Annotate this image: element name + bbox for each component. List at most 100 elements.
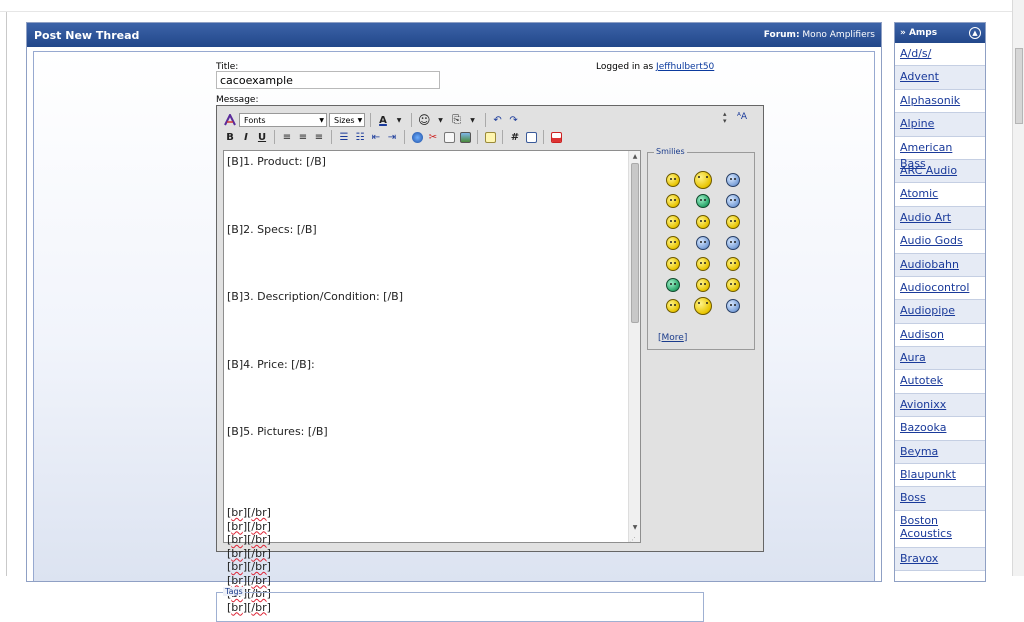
bold-icon[interactable]: B [223,130,237,145]
smiley-icon[interactable] [726,193,740,208]
sidebar-item-link[interactable]: Audiobahn [900,258,959,271]
scroll-down-icon[interactable]: ▼ [629,522,641,534]
toolbar-row-2: B I U ≡ ≡ ≡ ☰ ☷ ⇤ ⇥ ✂ # [223,129,563,145]
font-select[interactable]: Fonts ▼ [239,113,327,127]
quote-icon[interactable] [483,130,497,145]
collapse-icon[interactable]: ▲ [969,27,981,39]
sidebar-item-link[interactable]: Aura [900,351,926,364]
page-scrollbar-thumb[interactable] [1015,48,1023,124]
smiley-icon[interactable] [726,298,740,313]
smiley-icon[interactable] [726,256,740,271]
smiley-icon[interactable] [666,235,680,250]
smilies-grid [658,169,748,316]
amps-sidebar: » Amps ▲ A/d/s/Advent Alphasonik Alpine Ame… [894,22,986,582]
font-color-button[interactable]: A [376,113,390,128]
underline-icon[interactable]: U [255,130,269,145]
toolbar-separator [484,113,486,127]
pdf-icon[interactable] [549,130,563,145]
title-input[interactable] [216,71,440,89]
remove-link-icon[interactable]: ✂ [426,130,440,145]
smiley-icon[interactable] [666,298,680,313]
smiley-icon[interactable] [694,296,712,315]
align-right-icon[interactable]: ≡ [312,130,326,145]
sidebar-item-link[interactable]: Audio Gods [900,234,963,247]
sidebar-item-link[interactable]: A/d/s/ [900,47,931,60]
message-textarea[interactable]: [B]1. Product: [/B] [B]2. Specs: [/B] [B… [223,150,641,614]
insert-link-icon[interactable] [410,130,424,145]
sidebar-item-link[interactable]: Autotek [900,374,943,387]
message-label: Message: [216,95,259,105]
smiley-icon[interactable] [666,277,680,292]
sidebar-item-link[interactable]: Boss [900,491,926,504]
align-left-icon[interactable]: ≡ [280,130,294,145]
size-select[interactable]: Sizes ▼ [329,113,365,127]
sidebar-item-link[interactable]: Advent [900,70,939,83]
sidebar-item: Atomic [895,183,985,207]
smiley-icon[interactable] [696,193,710,208]
sidebar-item-link[interactable]: Atomic [900,187,938,200]
indent-icon[interactable]: ⇥ [385,130,399,145]
smiley-icon[interactable] [696,277,710,292]
sidebar-item-link[interactable]: Audison [900,328,944,341]
sidebar-item-link[interactable]: Audio Art [900,211,951,224]
code-icon[interactable]: # [508,130,522,145]
smiley-icon[interactable]: ☺ [417,113,432,128]
smiley-icon[interactable] [726,277,740,292]
message-line: [B]5. Pictures: [/B] [227,425,328,438]
smiley-icon[interactable] [666,193,680,208]
undo-icon[interactable]: ↶ [491,113,505,128]
forum-name: Mono Amplifiers [802,30,875,40]
more-smilies-link[interactable]: More [662,333,684,343]
sidebar-item: Alpine [895,113,985,137]
switch-mode-icon[interactable]: ᴬA [737,112,747,122]
sidebar-item-link[interactable]: Audiopipe [900,304,955,317]
insert-image-icon[interactable] [458,130,472,145]
smiley-icon[interactable] [694,170,712,189]
sidebar-item-link[interactable]: Audiocontrol [900,281,969,294]
sidebar-item-link[interactable]: Blaupunkt [900,468,956,481]
smiley-icon[interactable] [696,256,710,271]
italic-icon[interactable]: I [239,130,253,145]
sidebar-item-link[interactable]: Bazooka [900,421,946,434]
smiley-icon[interactable] [726,172,740,187]
page-scrollbar[interactable] [1012,0,1024,576]
chevron-down-icon[interactable]: ▼ [466,113,480,128]
smiley-icon[interactable] [726,214,740,229]
blank-lines [227,169,637,223]
smiley-icon[interactable] [666,172,680,187]
smiley-icon[interactable] [726,235,740,250]
smiley-icon[interactable] [696,235,710,250]
textarea-scrollbar[interactable]: ▲ ▼ [628,151,640,542]
smiley-icon[interactable] [666,214,680,229]
outdent-icon[interactable]: ⇤ [369,130,383,145]
email-icon[interactable] [442,130,456,145]
sidebar-item-link[interactable]: Alphasonik [900,94,960,107]
html-icon[interactable] [524,130,538,145]
smiley-icon[interactable] [666,256,680,271]
remove-format-icon[interactable] [223,113,237,128]
sidebar-item: Autotek [895,370,985,394]
redo-icon[interactable]: ↷ [507,113,521,128]
br-close-tag: /br [251,546,267,560]
sidebar-item-link[interactable]: Bravox [900,552,938,565]
attachment-icon[interactable]: ⎘ [450,113,464,128]
align-center-icon[interactable]: ≡ [296,130,310,145]
smiley-icon[interactable] [696,214,710,229]
sidebar-item-link[interactable]: Boston Acoustics [900,514,952,541]
resize-arrows-icon[interactable]: ▴ ▾ [723,111,727,125]
panel-header: Post New Thread Forum: Mono Amplifiers [27,23,881,47]
br-line: [br][/br] [227,546,271,560]
toolbar-separator [331,130,332,144]
resize-grip-icon[interactable]: ⋰ [629,536,636,544]
username-link[interactable]: Jeffhulbert50 [656,62,714,72]
sidebar-item-link[interactable]: ARC Audio [900,164,957,177]
unordered-list-icon[interactable]: ☷ [353,130,367,145]
scroll-up-icon[interactable]: ▲ [629,151,641,163]
sidebar-item-link[interactable]: Alpine [900,117,934,130]
ordered-list-icon[interactable]: ☰ [337,130,351,145]
sidebar-item-link[interactable]: Avionixx [900,398,946,411]
scrollbar-thumb[interactable] [631,163,639,323]
sidebar-item-link[interactable]: Beyma [900,445,938,458]
chevron-down-icon[interactable]: ▼ [392,113,406,128]
chevron-down-icon[interactable]: ▼ [434,113,448,128]
